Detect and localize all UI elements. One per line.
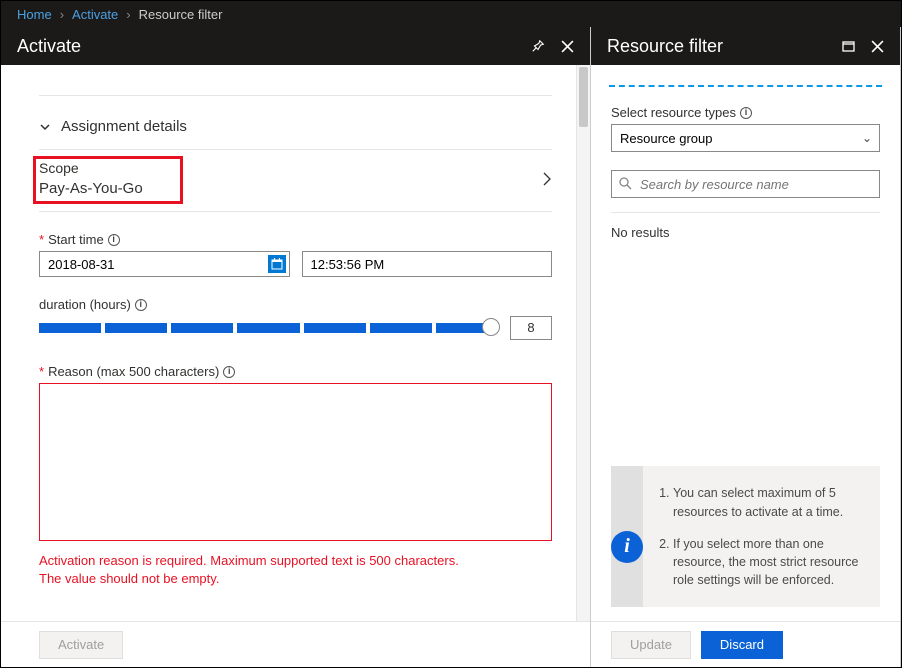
close-icon[interactable] [871,40,884,53]
start-time-input[interactable] [302,251,553,277]
reason-label: *Reason (max 500 characters) i [39,364,552,379]
azure-portal: Home › Activate › Resource filter Activa… [0,0,902,668]
duration-value[interactable]: 8 [510,316,552,340]
notice-item-1: You can select maximum of 5 resources to… [673,484,864,520]
info-notice: i You can select maximum of 5 resources … [611,466,880,607]
update-button[interactable]: Update [611,631,691,659]
info-icon: i [611,531,643,563]
no-results-text: No results [611,212,880,240]
chevron-right-icon: › [60,7,64,22]
footer-right: Update Discard [591,621,900,667]
search-input[interactable] [611,170,880,198]
footer-left: Activate [1,621,590,667]
resource-type-select[interactable]: Resource group [611,124,880,152]
expander-label: Assignment details [61,118,187,135]
scope-value: Pay-As-You-Go [39,180,143,197]
activate-button[interactable]: Activate [39,631,123,659]
breadcrumb-activate[interactable]: Activate [72,7,118,22]
info-icon[interactable]: i [223,366,235,378]
breadcrumb: Home › Activate › Resource filter [1,1,901,27]
blade-header: Resource filter [591,27,900,65]
pin-icon[interactable] [531,39,545,53]
start-time-label: *Start time i [39,232,552,247]
info-icon[interactable]: i [108,234,120,246]
start-date-input[interactable] [39,251,290,277]
error-message-2: The value should not be empty. [39,570,552,588]
calendar-icon[interactable] [268,255,286,273]
info-icon[interactable]: i [135,299,147,311]
resource-filter-blade: Resource filter Select resource types i … [591,27,901,667]
maximize-icon[interactable] [842,41,855,52]
duration-slider[interactable] [39,322,498,334]
error-message-1: Activation reason is required. Maximum s… [39,552,552,570]
activate-blade: Activate Assignment details Scope [1,27,591,667]
chevron-down-icon [39,121,51,133]
duration-label: duration (hours) i [39,297,552,312]
blade-title: Activate [17,36,81,57]
search-icon [619,177,632,190]
breadcrumb-home[interactable]: Home [17,7,52,22]
scope-label: Scope [39,160,143,176]
scope-row[interactable]: Scope Pay-As-You-Go [39,150,552,212]
info-icon[interactable]: i [740,107,752,119]
assignment-details-expander[interactable]: Assignment details [39,114,552,150]
reason-textarea[interactable] [39,383,552,541]
breadcrumb-current: Resource filter [139,7,223,22]
blade-title: Resource filter [607,36,723,57]
resource-types-label: Select resource types i [611,105,880,120]
chevron-right-icon [542,171,552,187]
notice-item-2: If you select more than one resource, th… [673,535,864,589]
discard-button[interactable]: Discard [701,631,783,659]
chevron-right-icon: › [126,7,130,22]
slider-thumb[interactable] [482,318,500,336]
close-icon[interactable] [561,40,574,53]
blade-header: Activate [1,27,590,65]
